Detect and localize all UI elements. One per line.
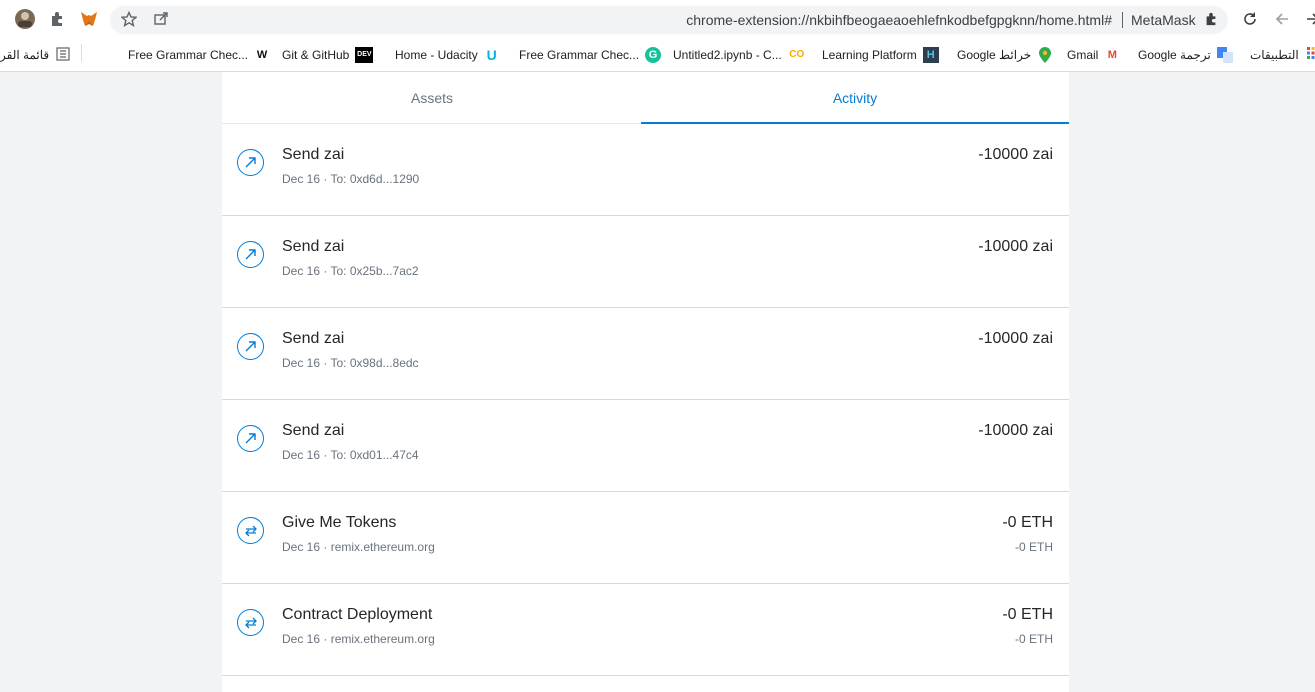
extension-puzzle-icon[interactable]: [1200, 8, 1222, 30]
profile-avatar[interactable]: [14, 8, 36, 30]
colab-icon: CO: [789, 49, 805, 60]
activity-amount: -10000 zai: [978, 238, 1053, 255]
activity-row[interactable]: Send zai Dec 16 · To: 0xd01...47c4 -1000…: [222, 400, 1069, 492]
activity-subtitle: Dec 16 · To: 0x25b...7ac2: [282, 264, 419, 278]
bookmarks-bar: قائمة القر Free Grammar Chec... W Git & …: [0, 38, 1315, 72]
activity-title: Contract Deployment: [282, 606, 433, 623]
bookmark-google-maps[interactable]: Google خرائط: [957, 45, 1053, 65]
activity-subtitle: Dec 16 · To: 0xd01...47c4: [282, 448, 419, 462]
activity-subtitle: Dec 16 · remix.ethereum.org: [282, 632, 435, 646]
bookmark-label: Home - Udacity: [395, 48, 478, 62]
writer-w-icon: W: [256, 49, 268, 61]
activity-row[interactable]: Send zai Dec 16 · To: 0x25b...7ac2 -1000…: [222, 216, 1069, 308]
bookmark-google-translate[interactable]: Google ترجمة: [1138, 45, 1233, 65]
bookmark-label: Free Grammar Chec...: [128, 48, 249, 62]
swap-arrows-icon: [237, 517, 264, 544]
bookmark-star-icon[interactable]: [118, 8, 140, 30]
activity-row[interactable]: Contract Deployment Dec 16 · remix.ether…: [222, 584, 1069, 676]
activity-title: Send zai: [282, 238, 345, 255]
metamask-fox-icon[interactable]: [78, 8, 100, 30]
grammarly-icon: G: [645, 47, 662, 63]
activity-secondary-amount: -0 ETH: [1014, 540, 1053, 554]
bookmark-learning-platform[interactable]: Learning Platform H: [822, 45, 939, 65]
activity-subtitle: Dec 16 · remix.ethereum.org: [282, 540, 435, 554]
browser-toolbar: chrome-extension://nkbihfbeogaeaoehlefnk…: [0, 0, 1315, 38]
bookmark-udacity[interactable]: Home - Udacity U: [395, 45, 500, 65]
bookmark-label: Git & GitHub: [282, 48, 350, 62]
forward-arrow-icon[interactable]: [1302, 8, 1315, 30]
activity-amount: -10000 zai: [978, 146, 1053, 163]
bookmark-label: التطبيقات: [1250, 48, 1299, 62]
bookmark-grammar-1[interactable]: Free Grammar Chec... W: [128, 45, 270, 65]
swap-arrows-icon: [237, 609, 264, 636]
bookmark-colab[interactable]: Untitled2.ipynb - C... CO: [673, 45, 806, 65]
activity-title: Send zai: [282, 422, 345, 439]
home-tabs: Assets Activity: [222, 72, 1069, 124]
bookmark-label: Gmail: [1067, 48, 1099, 62]
bookmark-apps[interactable]: التطبيقات: [1250, 45, 1315, 65]
activity-amount: -10000 zai: [978, 330, 1053, 347]
extension-title: MetaMask: [1131, 12, 1196, 28]
bookmark-label: Google ترجمة: [1138, 48, 1211, 62]
bookmark-label: Learning Platform: [822, 48, 917, 62]
learning-platform-icon: H: [922, 47, 939, 63]
bookmark-grammar-2[interactable]: Free Grammar Chec... G: [519, 45, 662, 65]
extensions-puzzle-icon[interactable]: [46, 8, 68, 30]
bookmark-label: Google خرائط: [957, 48, 1032, 62]
bookmark-label: Untitled2.ipynb - C...: [673, 48, 782, 62]
send-arrow-icon: [237, 241, 264, 268]
dev-icon: DEV: [355, 47, 374, 63]
translate-icon: [1216, 47, 1233, 63]
metamask-home-panel: Assets Activity Send zai Dec 16 · To: 0x…: [222, 72, 1069, 692]
activity-secondary-amount: -0 ETH: [1014, 632, 1053, 646]
udacity-icon: U: [486, 47, 497, 63]
url-separator: [1122, 12, 1123, 28]
back-arrow-icon[interactable]: [1271, 8, 1293, 30]
activity-title: Send zai: [282, 146, 345, 163]
activity-amount: -0 ETH: [1002, 606, 1053, 623]
reading-list-icon: [55, 47, 71, 63]
activity-subtitle: Dec 16 · To: 0x98d...8edc: [282, 356, 419, 370]
apps-grid-icon: [1305, 47, 1315, 63]
gmail-icon: M: [1107, 49, 1117, 61]
share-icon[interactable]: [150, 8, 172, 30]
send-arrow-icon: [237, 333, 264, 360]
activity-row[interactable]: Give Me Tokens Dec 16 · remix.ethereum.o…: [222, 492, 1069, 584]
reload-icon[interactable]: [1239, 8, 1261, 30]
activity-list: Send zai Dec 16 · To: 0xd6d...1290 -1000…: [222, 124, 1069, 676]
send-arrow-icon: [237, 425, 264, 452]
map-pin-icon: [1037, 47, 1053, 63]
bookmark-git-github[interactable]: Git & GitHub DEV: [282, 45, 374, 65]
bookmark-separator: [81, 44, 82, 62]
bookmark-label: Free Grammar Chec...: [519, 48, 640, 62]
reading-list-label: قائمة القر: [0, 48, 50, 62]
activity-row[interactable]: Send zai Dec 16 · To: 0xd6d...1290 -1000…: [222, 124, 1069, 216]
activity-subtitle: Dec 16 · To: 0xd6d...1290: [282, 172, 420, 186]
activity-title: Send zai: [282, 330, 345, 347]
send-arrow-icon: [237, 149, 264, 176]
tab-activity[interactable]: Activity: [641, 72, 1069, 124]
activity-row[interactable]: Send zai Dec 16 · To: 0x98d...8edc -1000…: [222, 308, 1069, 400]
reading-list[interactable]: قائمة القر: [0, 45, 71, 65]
url-text[interactable]: chrome-extension://nkbihfbeogaeaoehlefnk…: [686, 12, 1112, 28]
activity-title: Give Me Tokens: [282, 514, 397, 531]
activity-amount: -0 ETH: [1002, 514, 1053, 531]
bookmark-gmail[interactable]: Gmail M: [1067, 45, 1120, 65]
tab-assets[interactable]: Assets: [222, 72, 642, 123]
activity-amount: -10000 zai: [978, 422, 1053, 439]
